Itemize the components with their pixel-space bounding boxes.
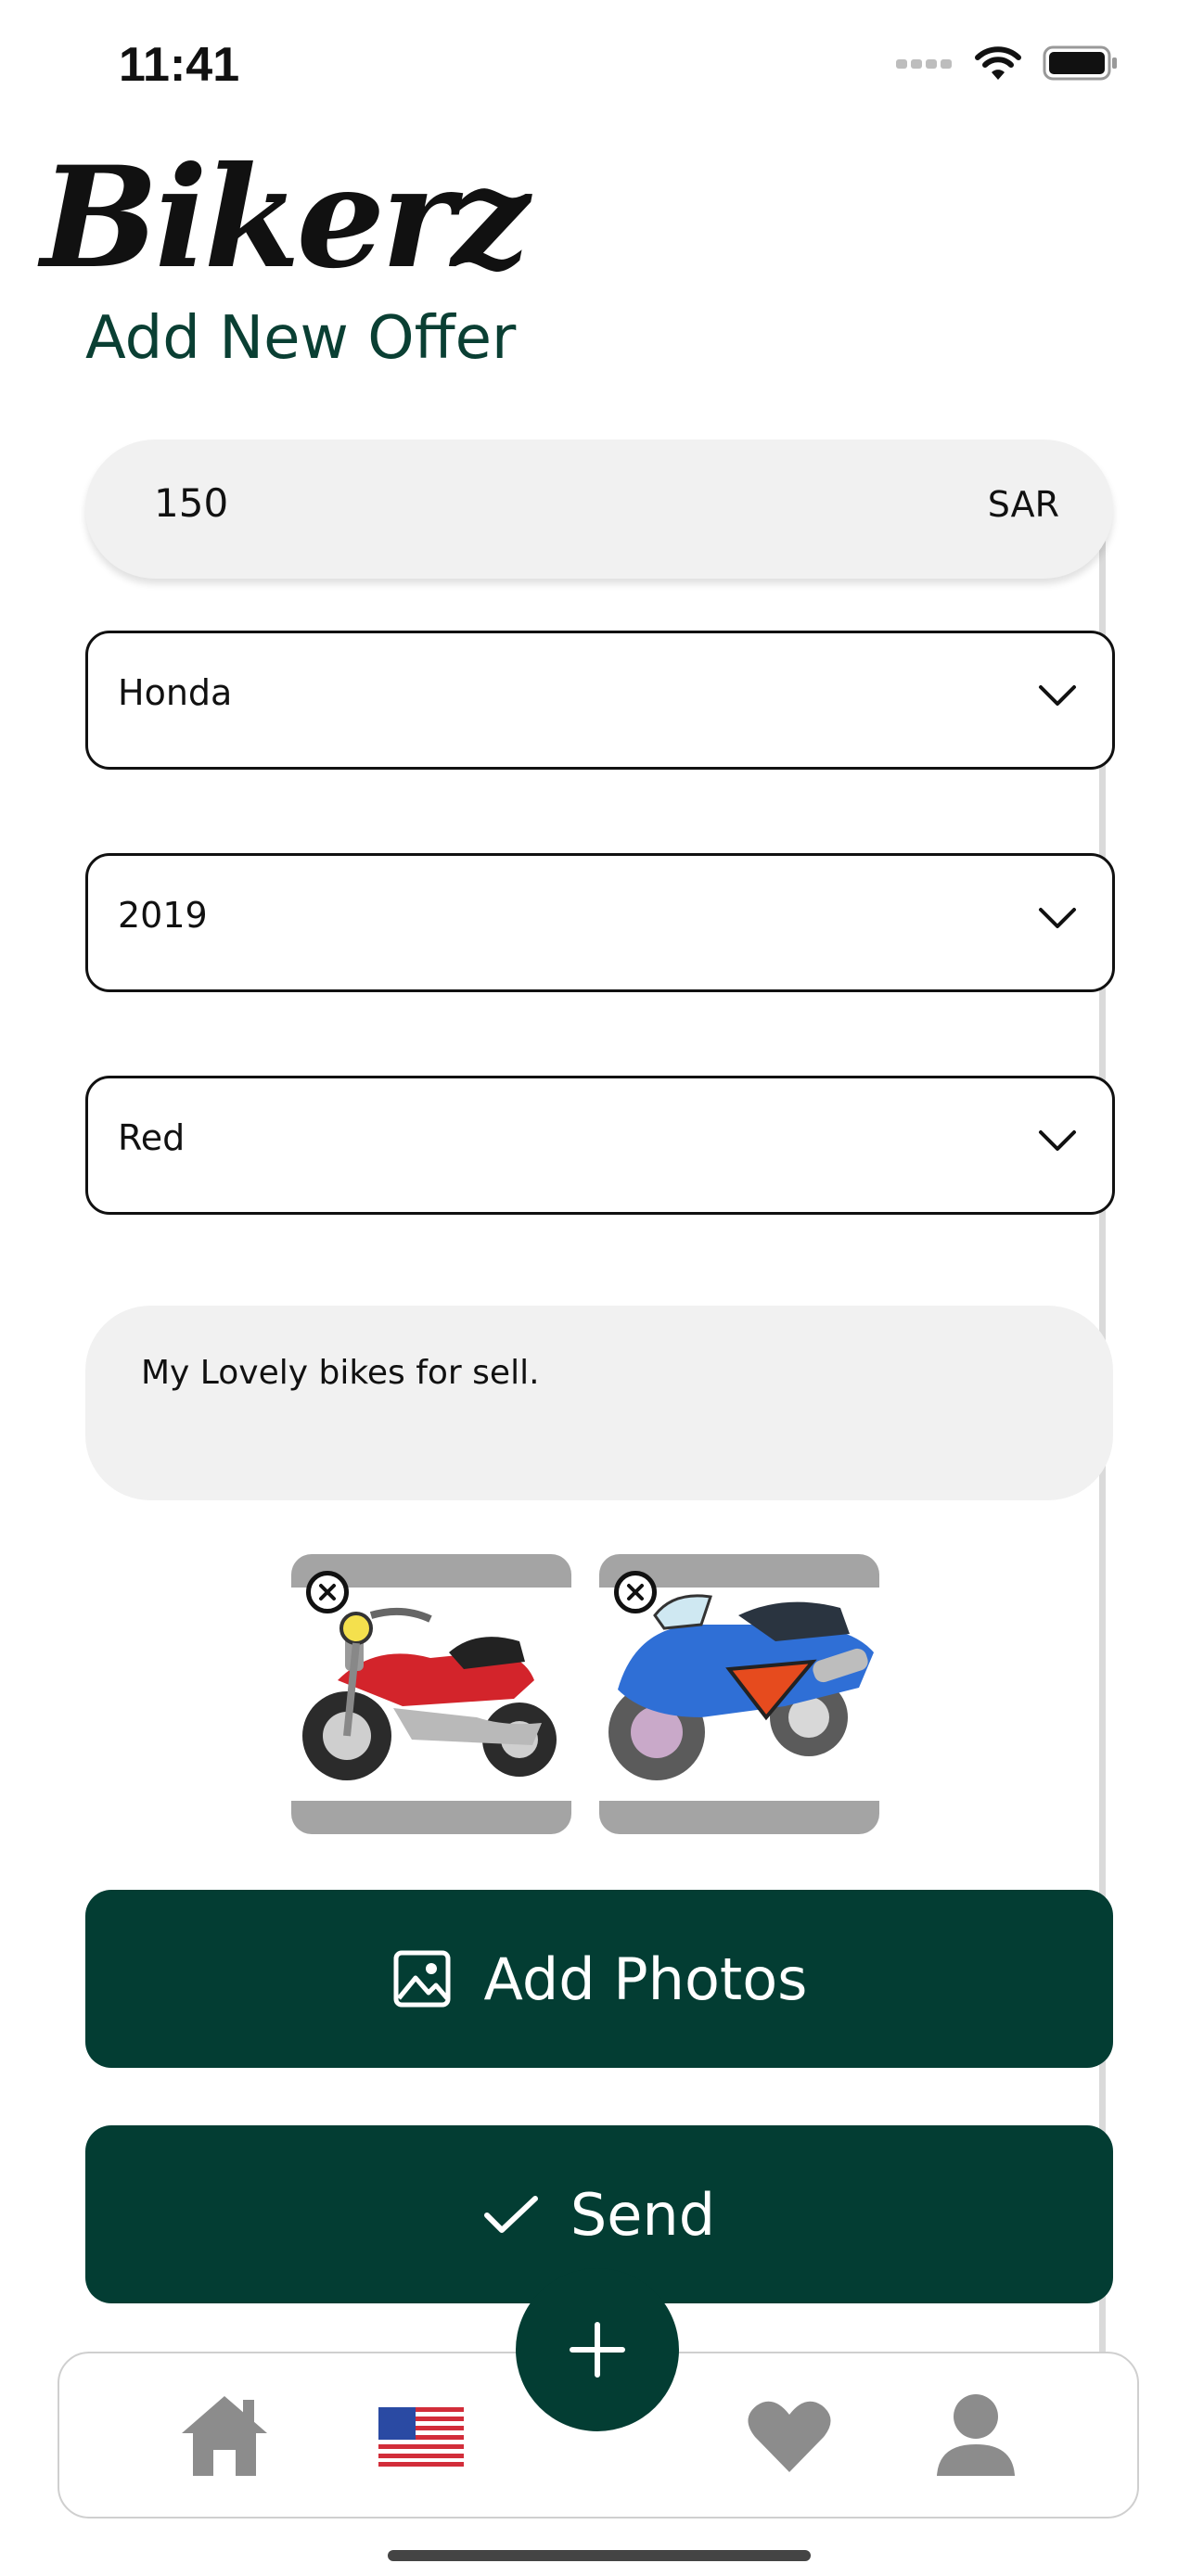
status-time: 11:41 <box>119 38 240 92</box>
home-indicator <box>388 2550 811 2561</box>
wifi-icon <box>975 46 1021 80</box>
checkmark-icon <box>483 2196 538 2233</box>
photo-thumbnail[interactable] <box>599 1554 879 1834</box>
heart-icon <box>748 2401 831 2472</box>
tab-language[interactable] <box>378 2407 464 2470</box>
year-select[interactable]: 2019 <box>85 853 1115 992</box>
color-select[interactable]: Red <box>85 1076 1115 1215</box>
red-motorcycle-photo <box>302 1607 557 1780</box>
profile-icon <box>937 2394 1015 2476</box>
send-label: Send <box>570 2180 716 2249</box>
price-input-value[interactable]: 150 <box>154 480 228 526</box>
home-icon <box>182 2396 267 2476</box>
description-field[interactable]: My Lovely bikes for sell. <box>85 1306 1113 1500</box>
status-icons <box>896 45 1119 82</box>
signal-icon <box>896 59 952 69</box>
plus-icon <box>570 2322 625 2378</box>
chevron-down-icon <box>1039 685 1076 706</box>
add-photos-button[interactable]: Add Photos <box>85 1890 1113 2068</box>
app-logo: Bikerz <box>41 136 530 300</box>
us-flag-icon <box>378 2407 464 2467</box>
blue-motorcycle-photo <box>608 1594 874 1780</box>
chevron-down-icon <box>1039 908 1076 928</box>
year-select-value: 2019 <box>118 895 208 936</box>
tab-favorites[interactable] <box>748 2398 831 2478</box>
remove-photo-icon[interactable] <box>306 1571 349 1613</box>
page-title: Add New Offer <box>85 304 517 373</box>
brand-select-value: Honda <box>118 672 233 713</box>
tab-home[interactable] <box>178 2392 271 2481</box>
remove-photo-icon[interactable] <box>614 1571 657 1613</box>
color-select-value: Red <box>118 1117 186 1158</box>
currency-label: SAR <box>987 484 1059 525</box>
photo-thumbnail[interactable] <box>291 1554 571 1834</box>
description-text[interactable]: My Lovely bikes for sell. <box>141 1354 540 1392</box>
chevron-down-icon <box>1039 1130 1076 1151</box>
add-offer-fab[interactable] <box>516 2268 679 2431</box>
battery-icon <box>1043 45 1117 81</box>
tab-profile[interactable] <box>935 2392 1017 2481</box>
add-photos-label: Add Photos <box>483 1945 808 2013</box>
image-icon <box>393 1950 451 2008</box>
brand-select[interactable]: Honda <box>85 631 1115 770</box>
price-field[interactable]: 150 SAR <box>85 440 1113 579</box>
